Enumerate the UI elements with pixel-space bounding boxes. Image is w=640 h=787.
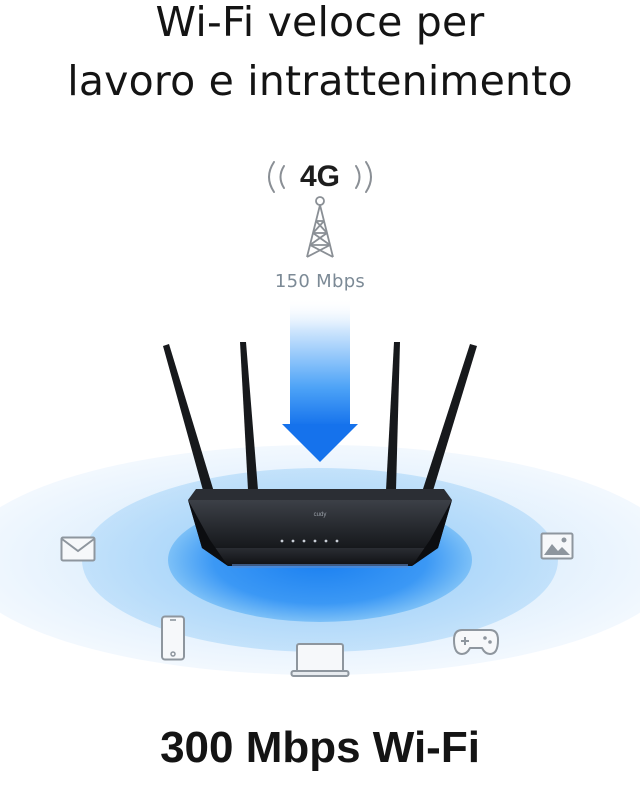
smartphone-icon [161,615,185,661]
footer-title: 300 Mbps Wi-Fi [160,723,480,772]
headline-line-2: lavoro e intrattenimento [67,57,573,105]
image-icon [540,532,574,560]
mail-icon [60,536,96,562]
laptop-icon [290,643,350,677]
cell-tower-icon [306,196,334,258]
gamepad-icon [453,629,499,655]
cellular-speed-label: 150 Mbps [274,271,366,292]
download-arrow [282,298,358,462]
cellular-4g-label: 4G [299,160,341,193]
router-device [188,489,452,568]
headline-line-1: Wi-Fi veloce per [155,0,485,46]
router-brand-logo: cudy [314,512,327,518]
cellular-badge: 4G [260,154,380,200]
